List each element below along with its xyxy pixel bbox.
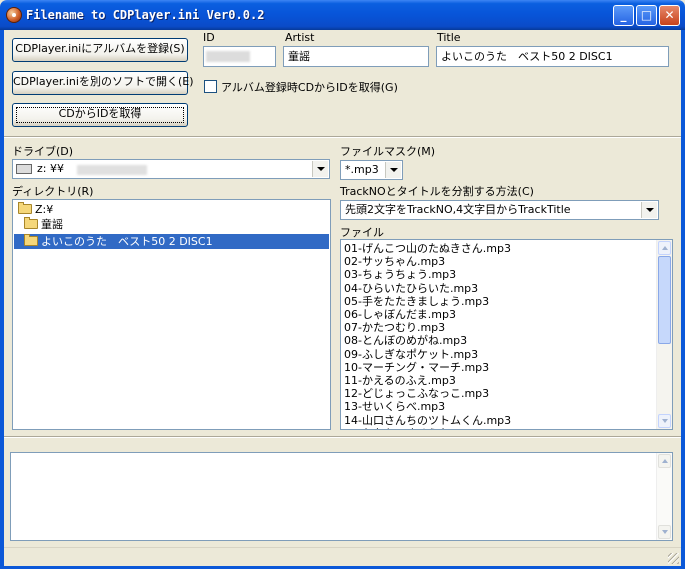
get-id-on-register-label: アルバム登録時CDからIDを取得(G) [221, 81, 398, 94]
minimize-button[interactable]: _ [613, 5, 634, 26]
directory-label: ディレクトリ(R) [12, 185, 94, 198]
file-list-item[interactable]: 11-かえるのふえ.mp3 [344, 374, 656, 387]
get-id-from-cd-button[interactable]: CDからIDを取得 [12, 103, 188, 127]
directory-list[interactable]: Z:¥ 童謡 よいこのうた ベスト50 2 DISC1 [12, 199, 331, 430]
id-label: ID [203, 31, 215, 44]
open-folder-icon [24, 234, 38, 246]
split-method-value: 先頭2文字をTrackNO,4文字目からTrackTitle [345, 203, 571, 216]
file-list-item[interactable]: 10-マーチング・マーチ.mp3 [344, 361, 656, 374]
file-list-item[interactable]: 13-せいくらべ.mp3 [344, 400, 656, 413]
directory-item[interactable]: 童謡 [24, 217, 314, 231]
drive-label: ドライブ(D) [12, 145, 74, 158]
register-album-button[interactable]: CDPlayer.iniにアルバムを登録(S) [12, 38, 188, 62]
maximize-button[interactable]: □ [636, 5, 657, 26]
network-drive-icon [16, 164, 32, 174]
drive-value: z: ¥¥ [37, 162, 64, 175]
drive-blurred-path [77, 165, 147, 175]
bottom-separator [4, 436, 681, 438]
split-method-label: TrackNOとタイトルを分割する方法(C) [340, 185, 534, 198]
log-scroll-up-arrow-icon[interactable] [658, 454, 671, 468]
file-list-item[interactable]: 05-手をたたきましょう.mp3 [344, 295, 656, 308]
files-label: ファイル [340, 226, 384, 239]
drive-select[interactable]: z: ¥¥ [12, 159, 330, 179]
title-field[interactable]: よいこのうた ベスト50 2 DISC1 [436, 46, 669, 67]
file-list-item[interactable]: 12-どじょっこふなっこ.mp3 [344, 387, 656, 400]
file-list[interactable]: 01-げんこつ山のたぬきさん.mp3 02-サッちゃん.mp3 03-ちょうちょう.… [340, 239, 673, 430]
size-grip-icon[interactable] [668, 553, 679, 564]
artist-field[interactable]: 童謡 [283, 46, 429, 67]
log-textarea[interactable] [10, 452, 673, 541]
get-id-on-register-checkbox[interactable] [204, 80, 217, 93]
close-button[interactable]: ✕ [659, 5, 680, 26]
title-label: Title [437, 31, 461, 44]
filemask-value: *.mp3 [345, 163, 379, 176]
drive-dropdown-arrow-icon[interactable] [312, 161, 328, 177]
filemask-dropdown-arrow-icon[interactable] [385, 162, 401, 178]
directory-item[interactable]: Z:¥ [18, 202, 314, 216]
file-list-item[interactable]: 15-おなかのすくうた.mp3 [344, 427, 656, 429]
filemask-label: ファイルマスク(M) [340, 145, 436, 158]
filemask-select[interactable]: *.mp3 [340, 160, 403, 180]
top-separator [4, 136, 681, 138]
app-icon[interactable] [6, 7, 22, 23]
file-list-item[interactable]: 06-しゃぼんだま.mp3 [344, 308, 656, 321]
file-list-item[interactable]: 07-かたつむり.mp3 [344, 321, 656, 334]
window-frame-left [0, 30, 4, 569]
open-folder-icon [18, 202, 32, 214]
log-scroll-down-arrow-icon[interactable] [658, 525, 671, 539]
artist-label: Artist [285, 31, 315, 44]
window-title: Filename to CDPlayer.ini Ver0.0.2 [26, 8, 265, 22]
file-list-item[interactable]: 09-ふしぎなポケット.mp3 [344, 348, 656, 361]
file-list-item[interactable]: 08-とんぼのめがね.mp3 [344, 334, 656, 347]
file-list-item[interactable]: 01-げんこつ山のたぬきさん.mp3 [344, 242, 656, 255]
file-list-item[interactable]: 02-サッちゃん.mp3 [344, 255, 656, 268]
scroll-down-arrow-icon[interactable] [658, 414, 671, 428]
window-frame-right [681, 30, 685, 569]
scroll-up-arrow-icon[interactable] [658, 241, 671, 255]
directory-item-selected[interactable]: よいこのうた ベスト50 2 DISC1 [14, 234, 329, 249]
file-list-item[interactable]: 04-ひらいたひらいた.mp3 [344, 282, 656, 295]
file-list-item[interactable]: 14-山口さんちのツトムくん.mp3 [344, 414, 656, 427]
log-scrollbar[interactable] [656, 453, 672, 540]
status-bar [4, 547, 681, 566]
split-method-dropdown-arrow-icon[interactable] [641, 202, 657, 218]
split-method-select[interactable]: 先頭2文字をTrackNO,4文字目からTrackTitle [340, 200, 659, 220]
file-list-item[interactable]: 03-ちょうちょう.mp3 [344, 268, 656, 281]
scroll-thumb[interactable] [658, 256, 671, 344]
id-blurred-value [206, 51, 250, 62]
open-folder-icon [24, 217, 38, 229]
file-list-scrollbar[interactable] [656, 240, 672, 429]
open-in-other-app-button[interactable]: CDPlayer.iniを別のソフトで開く(E) [12, 71, 193, 95]
